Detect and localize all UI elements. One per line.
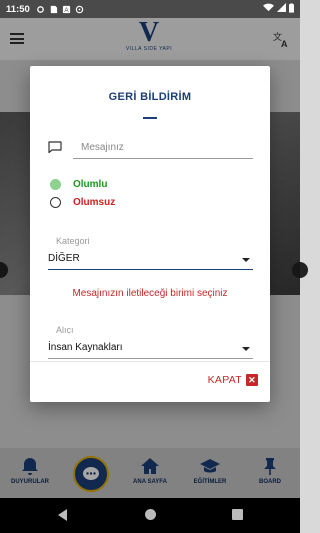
dropdown-arrow-icon: [242, 347, 250, 351]
recent-apps-icon[interactable]: [232, 509, 243, 520]
category-label: Kategori: [56, 236, 90, 246]
dropdown-arrow-icon: [242, 258, 250, 262]
status-time: 11:50: [6, 3, 30, 15]
radio-negative-indicator[interactable]: [50, 197, 61, 208]
recipient-value: İnsan Kaynakları: [48, 342, 123, 353]
radio-positive[interactable]: Olumlu: [50, 179, 107, 190]
close-button-label: KAPAT: [207, 374, 242, 386]
system-navigation-bar: [0, 498, 300, 533]
category-value: DİĞER: [48, 253, 80, 264]
recipient-label: Alıcı: [56, 325, 74, 335]
sync-status-icon: [75, 5, 84, 14]
settings-status-icon: [36, 5, 45, 14]
category-select[interactable]: DİĞER: [48, 250, 253, 270]
battery-icon: [289, 2, 294, 16]
feedback-dialog: GERİ BİLDİRİM Mesajınız Olumlu Olumsuz K…: [30, 66, 270, 402]
dialog-title: GERİ BİLDİRİM: [108, 91, 192, 103]
back-icon[interactable]: [58, 509, 67, 521]
radio-positive-label: Olumlu: [73, 179, 108, 190]
radio-positive-indicator[interactable]: [50, 179, 61, 190]
status-bar: 11:50 A: [0, 0, 300, 18]
title-underline: [143, 117, 157, 119]
message-icon: [48, 140, 62, 154]
radio-negative-label: Olumsuz: [73, 197, 116, 208]
sd-card-icon: [49, 5, 58, 14]
dialog-divider: [30, 361, 270, 362]
app-status-icon: A: [62, 5, 71, 14]
radio-negative[interactable]: Olumsuz: [50, 197, 115, 208]
signal-icon: [277, 3, 286, 15]
close-icon: ✕: [246, 374, 258, 386]
category-hint: Mesajınızın iletileceği birimi seçiniz: [72, 288, 228, 299]
home-button-icon[interactable]: [145, 509, 156, 520]
close-button[interactable]: KAPAT ✕: [208, 374, 258, 386]
recipient-select[interactable]: İnsan Kaynakları: [48, 339, 253, 359]
wifi-icon: [263, 3, 274, 15]
message-input[interactable]: Mesajınız: [73, 138, 253, 159]
